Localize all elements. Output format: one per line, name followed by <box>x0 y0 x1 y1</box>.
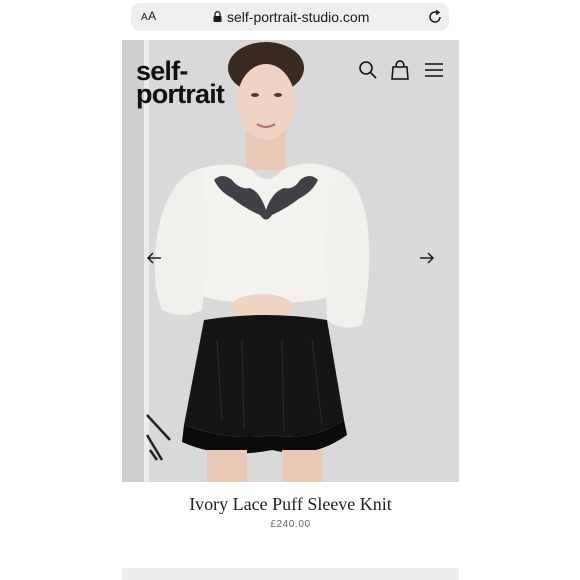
hamburger-menu-icon[interactable] <box>424 60 444 80</box>
address-bar[interactable]: AA self-portrait-studio.com <box>131 3 449 31</box>
logo-line-2: portrait <box>136 79 225 109</box>
aa-large-label: A <box>148 9 157 23</box>
arrow-left-icon[interactable] <box>146 250 162 266</box>
arrow-right-icon[interactable] <box>419 250 435 266</box>
search-icon[interactable] <box>358 60 378 80</box>
reload-icon[interactable] <box>427 9 443 25</box>
text-size-button[interactable]: AA <box>141 9 157 23</box>
lock-icon <box>213 11 222 22</box>
url-text[interactable]: self-portrait-studio.com <box>227 9 369 25</box>
browser-toolbar: AA self-portrait-studio.com <box>122 0 459 40</box>
product-name[interactable]: Ivory Lace Puff Sleeve Knit <box>122 494 459 515</box>
bottom-section-divider <box>122 568 459 580</box>
brand-logo[interactable]: self- portrait <box>136 58 225 109</box>
product-image-carousel[interactable]: self- portrait <box>122 40 459 482</box>
shopping-bag-icon[interactable] <box>390 60 410 80</box>
product-price: £240.00 <box>270 519 311 530</box>
mobile-browser-viewport: AA self-portrait-studio.com self- portra… <box>122 0 459 580</box>
